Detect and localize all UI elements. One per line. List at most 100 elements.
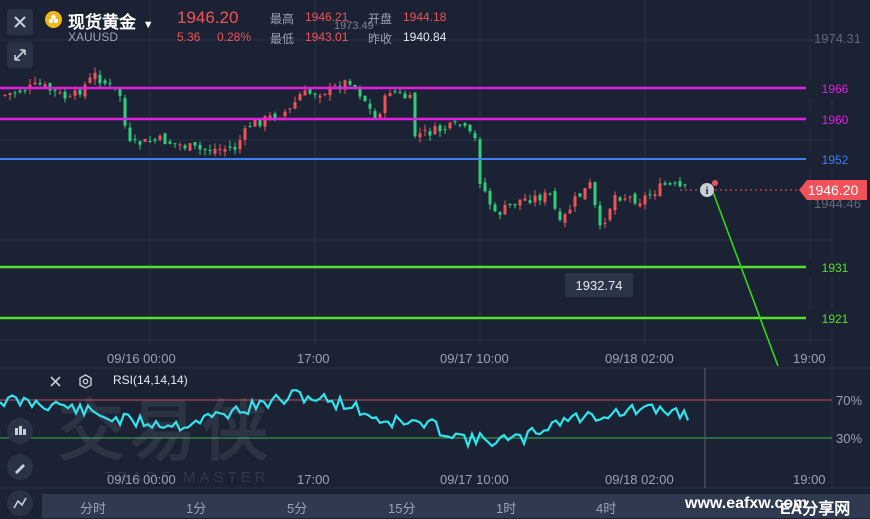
candle-body [478, 139, 482, 184]
candle-body [253, 120, 257, 127]
candle-body [683, 184, 687, 186]
period-tab-4h[interactable]: 4时 [596, 498, 616, 517]
candle-body [243, 128, 247, 140]
candle-body [3, 94, 7, 96]
candle-body [68, 96, 72, 98]
close-chart-button[interactable] [7, 9, 33, 35]
period-tab-15m[interactable]: 15分 [388, 498, 415, 517]
period-tab-5m[interactable]: 5分 [287, 498, 307, 517]
candle-body [673, 182, 677, 184]
period-tab-tick[interactable]: 分时 [80, 498, 106, 517]
candle-body [183, 145, 187, 149]
candle-body [433, 126, 437, 135]
site-name: EA分享网 [780, 501, 851, 518]
low-point-tooltip: 1932.74 [565, 273, 633, 297]
time-tick-1: 09/16 00:00 [107, 351, 176, 366]
candle-body [668, 183, 672, 185]
candle-body [233, 147, 237, 150]
candle-body [383, 95, 387, 113]
candle-body [73, 90, 77, 96]
candle-body [313, 93, 317, 95]
candle-body [463, 123, 467, 126]
price-axis-top: 1974.31 [814, 31, 861, 46]
level-tag-1966[interactable]: 1966 [806, 80, 864, 98]
candle-body [398, 92, 402, 94]
candle-body [333, 85, 337, 87]
candle-body [503, 205, 507, 215]
candle-body [633, 193, 637, 204]
resize-chart-button[interactable] [7, 42, 33, 68]
candle-body [403, 93, 407, 99]
candle-body [408, 95, 412, 99]
candle-body [628, 196, 632, 198]
candle-body [413, 92, 417, 137]
candle-body [53, 89, 57, 92]
candle-body [148, 141, 152, 143]
period-tab-1m[interactable]: 1分 [186, 498, 206, 517]
candle-body [228, 146, 232, 148]
candle-body [608, 208, 612, 220]
rsi-time-tick-5: 19:00 [793, 472, 826, 487]
candle-body [93, 72, 97, 80]
candle-body [323, 93, 327, 96]
candle-body [193, 142, 197, 146]
last-price: 1946.20 [177, 8, 239, 27]
prev-close-label: 昨收 [368, 32, 393, 46]
line-tool-button[interactable] [7, 490, 33, 516]
draw-tool-button[interactable] [7, 454, 33, 480]
candle-body [98, 74, 102, 84]
candle-body [583, 187, 587, 200]
level-tag-1921[interactable]: 1921 [806, 310, 864, 328]
rsi-time-tick-4: 09/18 02:00 [605, 472, 674, 487]
candle-body [318, 95, 322, 98]
gold-coin-icon [45, 11, 62, 28]
svg-text:i: i [706, 186, 709, 197]
chevron-down-icon[interactable]: ▼ [143, 19, 154, 31]
candle-body [128, 127, 132, 141]
level-tag-1952[interactable]: 1952 [806, 151, 864, 169]
candle-body [248, 126, 252, 128]
indicator-tool-button[interactable] [7, 418, 33, 444]
level-tag-1960[interactable]: 1960 [806, 111, 864, 129]
candle-body [23, 90, 27, 92]
time-tick-3: 09/17 10:00 [440, 351, 509, 366]
candle-body [258, 120, 262, 126]
candle-body [388, 93, 392, 97]
candle-body [423, 129, 427, 131]
candle-body [573, 196, 577, 207]
candle-body [168, 141, 172, 144]
candle-body [238, 140, 242, 150]
candle-body [438, 125, 442, 132]
current-price-flag: 1946.20 [799, 180, 867, 200]
candle-body [638, 203, 642, 207]
candle-body [483, 182, 487, 192]
candle-body [178, 144, 182, 146]
candle-body [63, 91, 67, 99]
candle-body [163, 133, 167, 145]
candle-body [78, 89, 82, 95]
candle-body [103, 80, 107, 84]
candle-body [593, 182, 597, 206]
candle-body [283, 111, 287, 117]
candle-body [298, 94, 302, 101]
candle-body [468, 124, 472, 132]
period-tab-1h[interactable]: 1时 [496, 498, 516, 517]
candle-body [513, 203, 517, 206]
candle-body [508, 203, 512, 205]
price-change-percent: 0.28% [217, 30, 252, 44]
candle-body [558, 211, 562, 221]
candle-body [568, 209, 572, 214]
candle-body [653, 194, 657, 197]
candle-body [83, 84, 87, 97]
candle-body [603, 222, 607, 225]
candle-body [548, 193, 552, 195]
candle-body [123, 98, 127, 126]
chart-high-marker: 1973.49 [334, 20, 374, 32]
candle-body [158, 135, 162, 140]
level-tag-1931[interactable]: 1931 [806, 259, 864, 277]
candle-body [473, 133, 477, 139]
candle-body [38, 82, 42, 85]
time-tick-5: 19:00 [793, 351, 826, 366]
candle-body [308, 89, 312, 94]
candle-body [218, 148, 222, 150]
